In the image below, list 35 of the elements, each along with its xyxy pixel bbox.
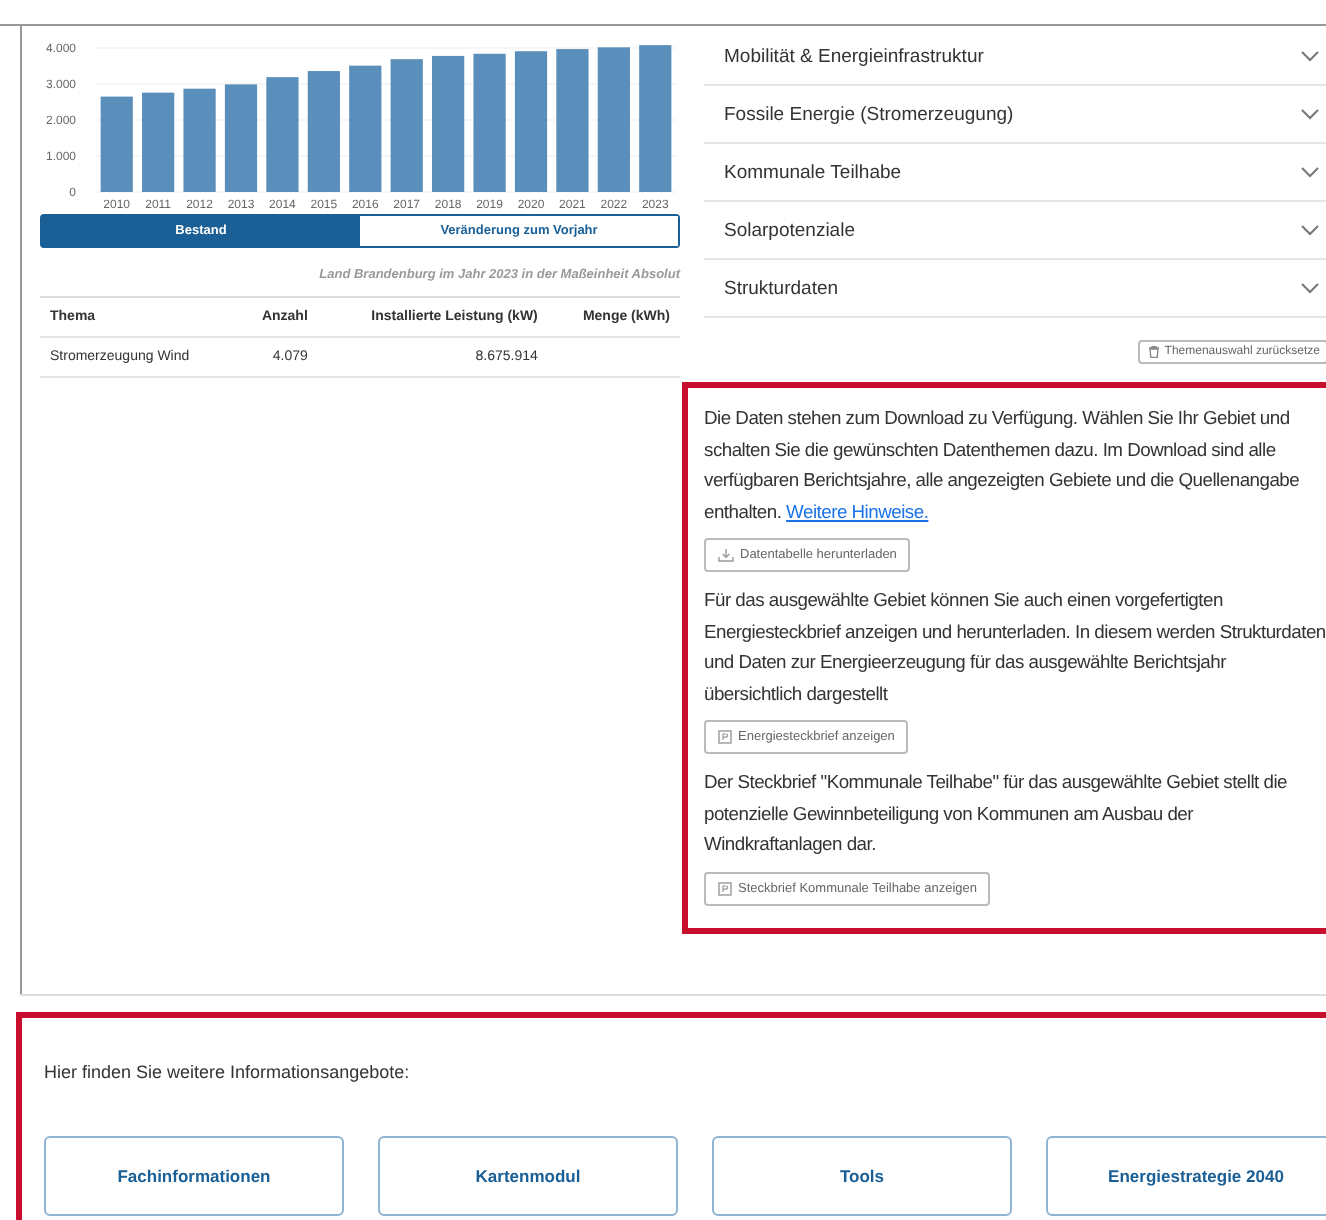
chevron-icon [1300,50,1320,62]
trash-icon [1148,346,1161,358]
document-icon [718,730,732,744]
chevron-icon [1300,108,1320,120]
chevron-icon [1300,224,1320,236]
document-icon [718,881,732,895]
info-link-button[interactable]: Energiestrategie 2040 [1046,1136,1326,1216]
chart-bar [390,59,423,192]
section-heading: Hier finden Sie weitere Informationsangebote: [44,1062,412,1082]
accordion-item[interactable]: Solarpotenziale [704,202,1326,260]
info-paragraph: Die Daten stehen zum Download zu Verfügung. Wählen Sie Ihr Gebiet und schalten Sie die gewünschten Datenthemen dazu. Im Download sind alle verfügbaren Berichtsjahre, alle angezeigten Gebiete und die Quellenangabe enthalten. Weitere Hinweise. [704,404,1302,525]
more-notes-link[interactable]: Weitere Hinweise. [786,499,929,521]
accordion-item[interactable]: Strukturdaten [704,260,1326,318]
info-paragraph: Für das ausgewählte Gebiet können Sie auch einen vorgefertigten Energiesteckbrief anzeigen und herunterladen. In diesem werden Strukturdaten und Daten zur Energieerzeugung für das ausgewählte Berichtsjahr übersichtlich dargestellt [704,586,1326,708]
chart-bar [142,92,175,192]
info-link-button[interactable]: Tools [712,1136,1012,1216]
accordion-item[interactable]: Mobilität & Energieinfrastruktur [704,28,1326,86]
chart-bar [307,71,340,192]
chart-bar [432,55,465,192]
accordion-item[interactable]: Kommunale Teilhabe [704,144,1326,202]
chevron-icon [1300,282,1320,294]
chart-bar [100,96,133,192]
chart-bar [349,65,382,192]
chart-bar [266,77,299,192]
chart-bar [556,49,589,192]
download-icon [718,548,734,562]
info-link-button[interactable]: Kartenmodul [378,1136,678,1216]
chart-bar [183,88,216,192]
chevron-icon [1300,166,1320,178]
accordion-item[interactable]: Fossile Energie (Stromerzeugung) [704,86,1326,144]
info-paragraph: Der Steckbrief "Kommunale Teilhabe" für das ausgewählte Gebiet stellt die potenzielle Gewinnbeteiligung von Kommunen am Ausbau der Windkraftanlagen dar. [704,768,1290,858]
chart-bar [473,53,506,192]
chart-bar [224,84,258,192]
chart-bar [514,51,548,192]
info-link-button[interactable]: Fachinformationen [44,1136,344,1216]
